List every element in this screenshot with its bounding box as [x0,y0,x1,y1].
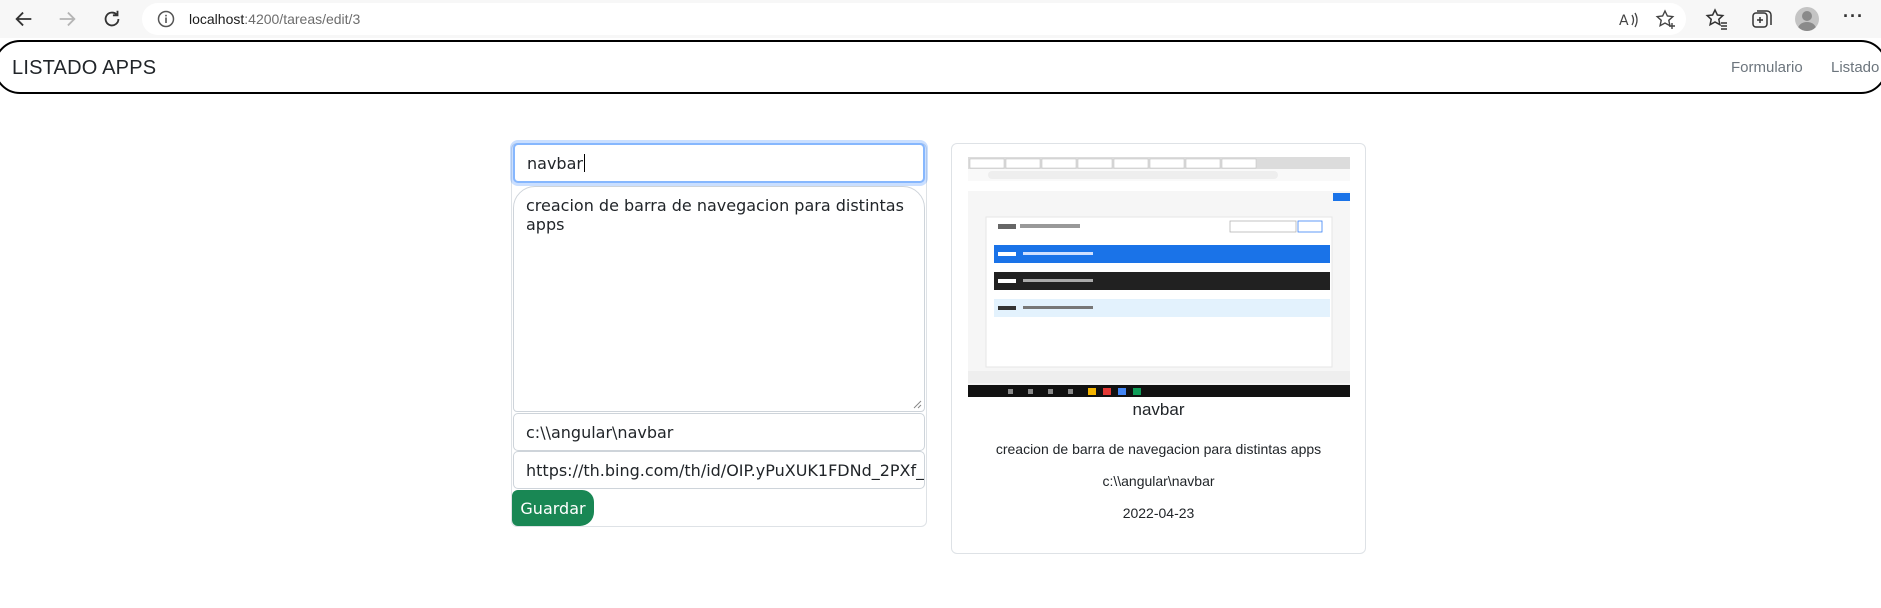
description-textarea[interactable]: creacion de barra de navegacion para dis… [513,186,925,412]
card-description: creacion de barra de navegacion para dis… [995,441,1322,457]
address-bar[interactable]: localhost:4200/tareas/edit/3 A [142,3,1686,35]
card-image [968,157,1350,397]
app-navbar: LISTADO APPS Formulario Listado [0,40,1881,94]
image-url-input[interactable]: https://th.bing.com/th/id/OIP.yPuXUK1FDN… [513,451,925,489]
info-icon[interactable] [156,9,176,29]
card-date: 2022-04-23 [1122,505,1195,521]
title-input[interactable]: navbar [513,143,925,183]
save-button[interactable]: Guardar [512,490,594,526]
back-arrow-icon[interactable] [9,4,39,34]
collections-icon[interactable] [1750,7,1774,31]
nav-link-formulario[interactable]: Formulario [1731,59,1803,76]
browser-toolbar: localhost:4200/tareas/edit/3 A ··· [0,0,1881,38]
nav-link-listado[interactable]: Listado [1831,59,1879,76]
card-path: c:\\angular\navbar [1102,473,1215,489]
favorites-icon[interactable] [1705,7,1729,31]
navbar-brand[interactable]: LISTADO APPS [12,57,156,80]
profile-avatar-icon[interactable] [1795,7,1819,31]
resize-handle-icon[interactable] [913,400,922,409]
url-text: localhost:4200/tareas/edit/3 [189,11,361,27]
read-aloud-icon[interactable]: A [1617,9,1639,31]
path-input[interactable]: c:\\angular\navbar [513,413,925,451]
forward-arrow-icon[interactable] [52,4,82,34]
svg-text:A: A [1619,13,1629,29]
refresh-icon[interactable] [97,4,127,34]
card-title: navbar [1132,400,1185,419]
more-options-icon[interactable]: ··· [1843,6,1864,27]
add-favorite-icon[interactable] [1655,9,1677,31]
